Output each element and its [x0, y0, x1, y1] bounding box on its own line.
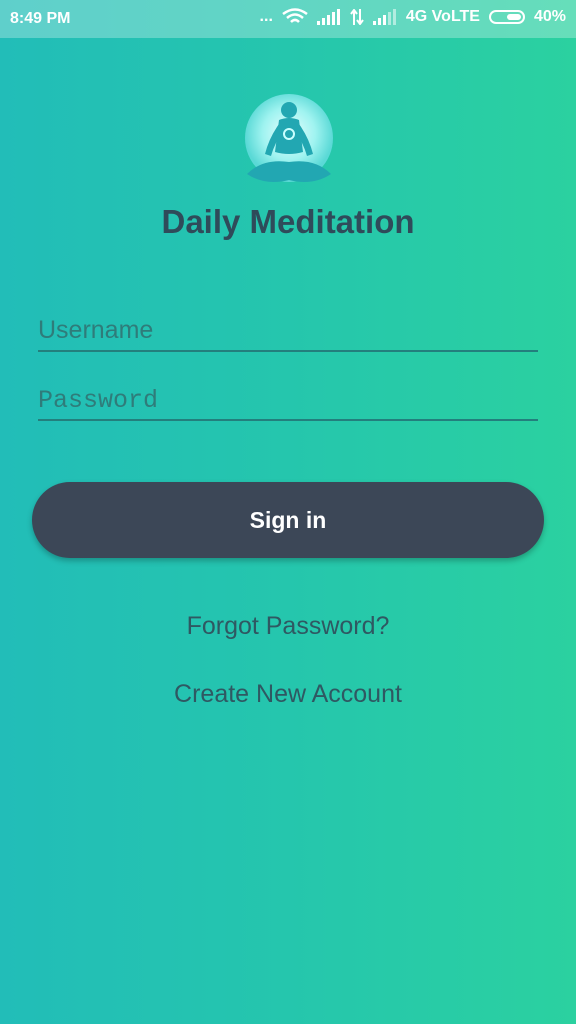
notification-dots: ...: [259, 8, 273, 25]
username-input[interactable]: [38, 308, 538, 352]
data-transfer-icon: [350, 9, 364, 25]
status-time: 8:49 PM: [10, 10, 71, 27]
create-account-link[interactable]: Create New Account: [0, 680, 576, 709]
username-underline: [38, 350, 538, 352]
app-title: Daily Meditation: [161, 203, 415, 240]
meditation-figure-icon: [245, 94, 333, 182]
signal-icon-secondary: [372, 9, 396, 25]
battery-percent: 40%: [533, 8, 566, 25]
sign-in-button[interactable]: Sign in: [32, 482, 544, 558]
forgot-password-link[interactable]: Forgot Password?: [0, 612, 576, 641]
password-underline: [38, 419, 538, 421]
password-input[interactable]: [38, 378, 538, 422]
wifi-icon: [282, 8, 308, 23]
status-bar: 8:49 PM ... 4G VoLTE 40%: [0, 0, 576, 38]
status-icons: ... 4G VoLTE 40%: [260, 8, 566, 26]
signal-icon: [316, 9, 340, 25]
network-label: 4G VoLTE: [405, 8, 480, 25]
battery-icon: [488, 10, 525, 24]
